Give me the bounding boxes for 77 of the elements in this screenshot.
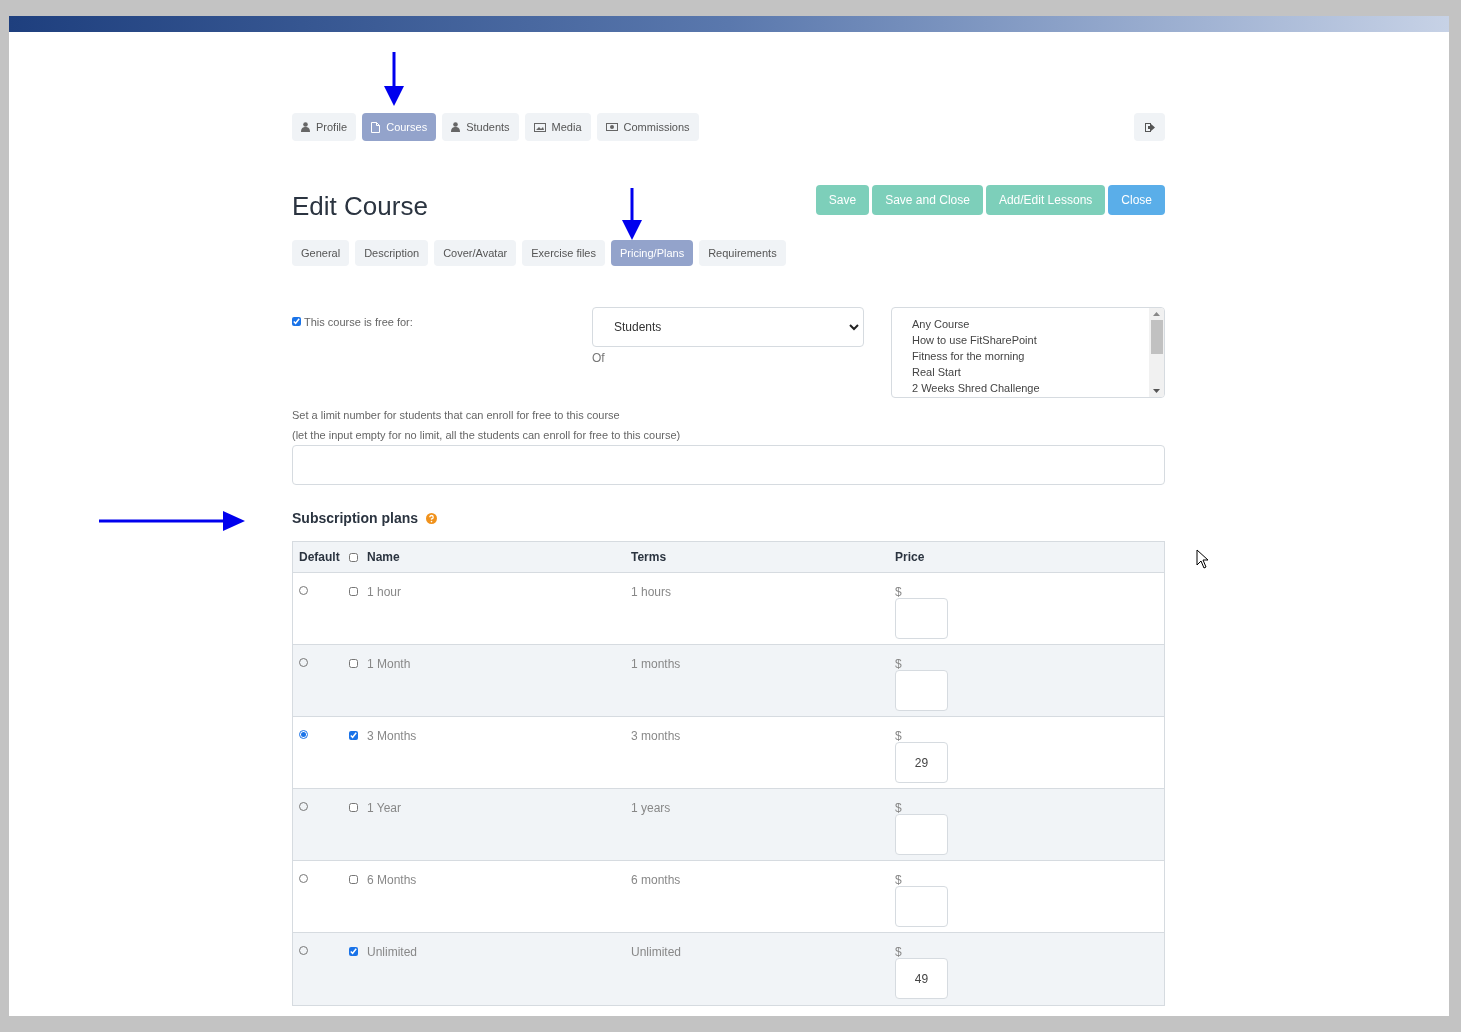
page-title: Edit Course [292, 190, 428, 223]
column-header: Terms [631, 549, 668, 566]
column-header: Price [895, 549, 926, 566]
limit-label: Set a limit number for students that can enroll for free to this course [292, 408, 621, 423]
nav-tab[interactable]: Commissions [596, 113, 699, 141]
limit-input[interactable] [292, 445, 1165, 485]
price-input[interactable]: 49 [895, 958, 948, 999]
scrollbar[interactable] [1149, 308, 1164, 397]
row-checkbox[interactable] [349, 947, 358, 956]
section-tab[interactable]: Exercise files [522, 240, 605, 266]
plan-terms: 1 months [631, 656, 682, 671]
default-radio[interactable] [299, 730, 308, 739]
nav-tab[interactable]: Media [524, 113, 591, 141]
section-tab[interactable]: Cover/Avatar [434, 240, 517, 266]
cursor-icon [1196, 549, 1210, 569]
scroll-up-icon[interactable] [1153, 312, 1160, 316]
plan-name: 3 Months [367, 728, 418, 743]
section-tab[interactable]: Description [355, 240, 429, 266]
list-option[interactable]: 2 Weeks Shred Challenge [912, 380, 1149, 396]
list-option[interactable]: Fitness for the morning [912, 348, 1149, 364]
nav-tab[interactable]: Students [442, 113, 519, 141]
section-tab[interactable]: General [292, 240, 350, 266]
audience-select[interactable]: Students [592, 307, 864, 347]
plan-name: 6 Months [367, 872, 418, 887]
plan-terms: 6 months [631, 872, 682, 887]
price-input[interactable] [895, 598, 948, 639]
image-icon [533, 122, 546, 132]
currency-label: $ [895, 872, 902, 886]
row-checkbox[interactable] [349, 803, 358, 812]
section-title: Subscription plans [292, 509, 418, 528]
select-all-checkbox[interactable] [349, 552, 358, 562]
plan-name: 1 Year [367, 800, 403, 815]
arrow-icon [621, 188, 643, 240]
user-icon [451, 122, 461, 132]
section-tab[interactable]: Requirements [699, 240, 786, 266]
arrow-icon [383, 52, 405, 106]
price-input[interactable] [895, 886, 948, 927]
plan-name: Unlimited [367, 944, 418, 959]
list-option[interactable]: Real Start [912, 364, 1149, 380]
arrow-icon [99, 510, 245, 532]
column-header: Name [367, 549, 401, 566]
free-checkbox[interactable] [292, 317, 301, 326]
currency-label: $ [895, 584, 902, 598]
help-icon [426, 513, 437, 524]
plan-terms: 1 hours [631, 584, 673, 599]
exit-icon [1144, 122, 1155, 132]
list-option[interactable]: Any Course [912, 316, 1149, 332]
row-checkbox[interactable] [349, 731, 358, 740]
column-header: Default [298, 549, 341, 566]
free-label: This course is free for: [304, 315, 413, 330]
currency-label: $ [895, 944, 902, 958]
list-option[interactable]: How to use FitSharePoint [912, 332, 1149, 348]
price-input[interactable]: 29 [895, 742, 948, 783]
limit-hint: (let the input empty for no limit, all the students can enroll for free to this course) [292, 427, 682, 443]
plan-name: 1 Month [367, 656, 412, 671]
plan-terms: 3 months [631, 728, 682, 743]
currency-label: $ [895, 800, 902, 814]
banknote-icon [605, 123, 618, 131]
currency-label: $ [895, 656, 902, 670]
plan-name: 1 hour [367, 584, 403, 599]
user-icon [301, 122, 310, 132]
plan-terms: Unlimited [631, 944, 682, 959]
scroll-down-icon[interactable] [1153, 389, 1160, 393]
chevron-icon [849, 323, 859, 331]
price-input[interactable] [895, 814, 948, 855]
row-checkbox[interactable] [349, 875, 358, 884]
currency-label: $ [895, 728, 902, 742]
table-row[interactable]: Unlimited Unlimited $ 49 [293, 933, 1164, 1005]
logout-button[interactable] [1134, 113, 1165, 141]
row-checkbox[interactable] [349, 659, 358, 668]
plan-terms: 1 years [631, 800, 672, 815]
nav-tab[interactable]: Profile [292, 113, 357, 141]
of-label: Of [592, 350, 606, 367]
course-list[interactable]: Any Course How to use FitSharePoint Fitness for the morning Real Start 2 Weeks Shred Challenge [891, 307, 1165, 398]
file-icon [371, 121, 381, 133]
row-checkbox[interactable] [349, 587, 358, 596]
price-input[interactable] [895, 670, 948, 711]
